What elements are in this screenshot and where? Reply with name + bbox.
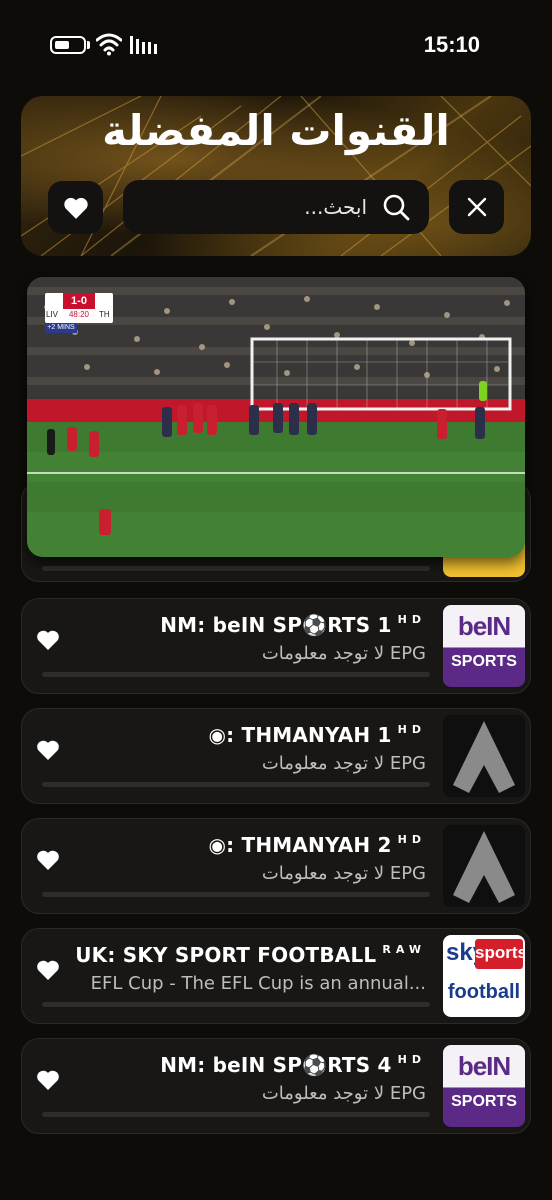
epg-text: لا توجد معلومات EPG xyxy=(261,863,426,884)
video-player[interactable]: 1-0 LIV 48:20 TH +2 MINS xyxy=(27,277,525,557)
clock: 15:10 xyxy=(423,32,480,57)
match-score: 1-0 xyxy=(63,293,95,309)
epg-text: EFL Cup - The EFL Cup is an annual... xyxy=(90,973,426,994)
favorite-heart-icon[interactable] xyxy=(36,959,60,981)
channel-name: UK: SKY SPORT FOOTBALL RAW xyxy=(75,943,426,967)
epg-text: لا توجد معلومات EPG xyxy=(261,753,426,774)
quality-badge: RAW xyxy=(382,943,426,956)
quality-badge: HD xyxy=(397,1053,426,1066)
channel-name: ◉: THMANYAH 2 HD xyxy=(208,833,426,857)
bein-sports-logo: beIN SPORTS xyxy=(443,1045,525,1127)
bein-sports-logo: beIN SPORTS xyxy=(443,605,525,687)
favorite-heart-icon[interactable] xyxy=(36,739,60,761)
quality-badge: HD xyxy=(397,723,426,736)
scoreboard: 1-0 LIV 48:20 TH xyxy=(45,293,113,323)
added-time: +2 MINS xyxy=(45,323,77,333)
page-title: القنوات المفضلة xyxy=(102,106,450,155)
channel-card[interactable]: ◉: THMANYAH 1 HD لا توجد معلومات EPG xyxy=(21,708,531,804)
search-box[interactable] xyxy=(123,180,429,234)
favorites-filter-button[interactable] xyxy=(48,181,103,234)
channel-card[interactable]: UK: SKY SPORT FOOTBALL RAW EFL Cup - The … xyxy=(21,928,531,1024)
epg-text: لا توجد معلومات EPG xyxy=(261,643,426,664)
away-team: TH xyxy=(99,310,110,319)
signal-icon xyxy=(130,36,157,54)
status-bar: 15:10 xyxy=(0,0,552,90)
channel-name: NM: beIN SP⚽RTS 1 HD xyxy=(160,613,426,637)
heart-icon xyxy=(63,197,88,219)
epg-progress-bar xyxy=(42,1112,430,1117)
favorite-heart-icon[interactable] xyxy=(36,849,60,871)
favorite-heart-icon[interactable] xyxy=(36,629,60,651)
close-icon xyxy=(467,197,486,217)
epg-progress-bar xyxy=(42,672,430,677)
channel-card[interactable]: ◉: THMANYAH 2 HD لا توجد معلومات EPG xyxy=(21,818,531,914)
search-input[interactable] xyxy=(147,188,367,226)
home-team: LIV xyxy=(46,310,59,319)
epg-progress-bar xyxy=(42,1002,430,1007)
battery-tip xyxy=(87,41,90,49)
channel-card[interactable]: NM: beIN SP⚽RTS 4 HD لا توجد معلومات EPG … xyxy=(21,1038,531,1134)
favorites-header: القنوات المفضلة xyxy=(21,96,531,256)
battery-icon xyxy=(50,36,86,54)
sky-sports-football-logo: sky sports football xyxy=(443,935,525,1017)
channel-name: ◉: THMANYAH 1 HD xyxy=(208,723,426,747)
thmanyah-logo xyxy=(443,715,525,797)
clear-search-button[interactable] xyxy=(449,180,504,234)
thmanyah-logo xyxy=(443,825,525,907)
epg-progress-bar xyxy=(42,782,430,787)
quality-badge: HD xyxy=(397,613,426,626)
epg-progress-bar xyxy=(42,566,430,571)
search-icon[interactable] xyxy=(381,192,411,222)
match-time: 48:20 xyxy=(68,310,90,319)
quality-badge: HD xyxy=(397,833,426,846)
channel-name: NM: beIN SP⚽RTS 4 HD xyxy=(160,1053,426,1077)
epg-progress-bar xyxy=(42,892,430,897)
favorite-heart-icon[interactable] xyxy=(36,1069,60,1091)
epg-text: لا توجد معلومات EPG xyxy=(261,1083,426,1104)
channel-card[interactable]: NM: beIN SP⚽RTS 1 HD لا توجد معلومات EPG … xyxy=(21,598,531,694)
wifi-icon xyxy=(96,33,122,56)
